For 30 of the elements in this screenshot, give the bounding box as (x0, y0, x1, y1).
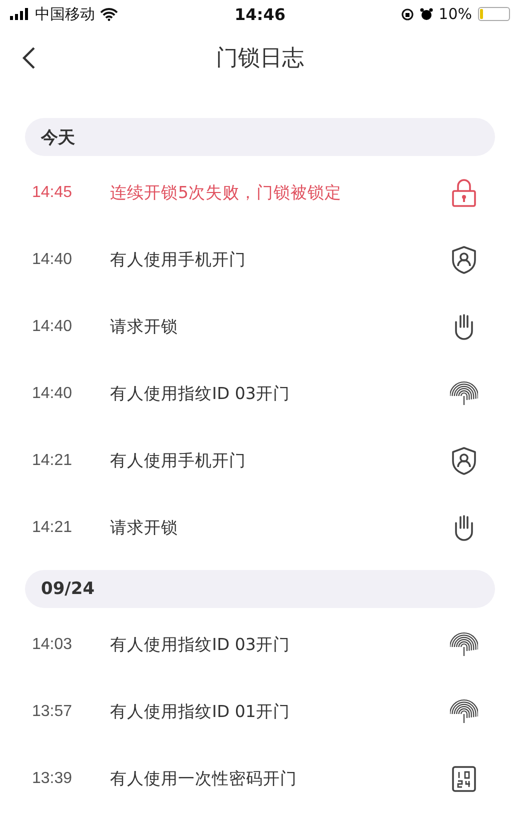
back-icon[interactable] (22, 46, 36, 70)
date-header: 09/24 (25, 570, 495, 608)
battery-icon (478, 7, 510, 21)
log-message: 有人使用指纹ID 03开门 (110, 382, 291, 404)
log-time: 14:40 (32, 318, 74, 336)
log-time: 13:57 (32, 702, 74, 720)
rotation-lock-icon (400, 8, 414, 20)
wifi-icon (100, 8, 118, 20)
date-header: 今天 (25, 118, 495, 156)
log-time: 14:40 (32, 250, 74, 268)
signal-icon (10, 8, 30, 20)
log-message: 有人使用手机开门 (110, 450, 247, 472)
log-time: 14:21 (32, 518, 74, 536)
log-time: 14:03 (32, 636, 74, 654)
log-message: 请求开锁 (110, 516, 179, 538)
log-message: 连续开锁5次失败，门锁被锁定 (110, 182, 342, 204)
log-message: 有人使用指纹ID 03开门 (110, 634, 291, 656)
log-time: 14:45 (32, 184, 74, 202)
carrier-name: 中国移动 (35, 4, 95, 24)
alarm-icon (420, 8, 433, 20)
battery-level: 10% (438, 5, 472, 23)
log-time: 14:21 (32, 452, 74, 470)
log-message: 有人使用手机开门 (110, 248, 247, 270)
clock: 14:46 (234, 4, 286, 24)
log-time: 14:40 (32, 384, 74, 402)
log-message: 请求开锁 (110, 316, 179, 338)
log-message: 有人使用一次性密码开门 (110, 768, 298, 790)
log-message: 有人使用指纹ID 01开门 (110, 700, 291, 722)
log-time: 13:39 (32, 770, 74, 788)
page-title: 门锁日志 (216, 45, 304, 73)
